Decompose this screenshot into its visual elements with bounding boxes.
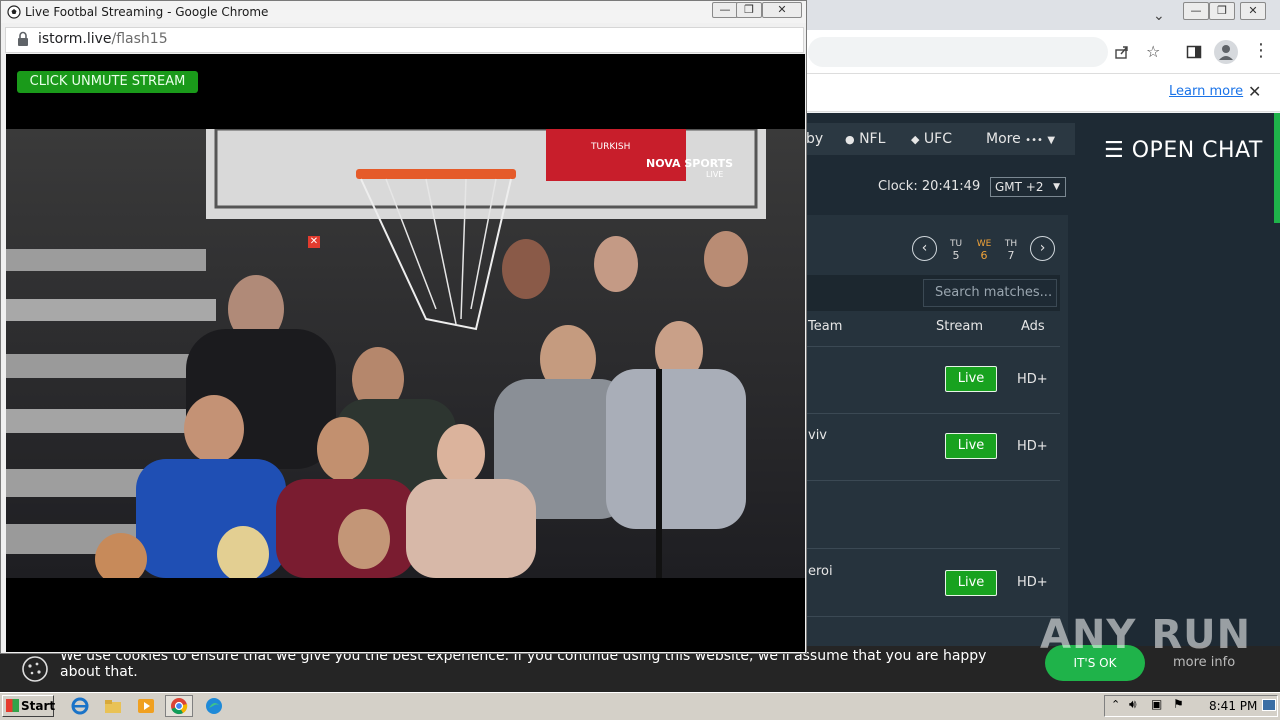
network-icon[interactable]: ▣: [1151, 697, 1162, 711]
nav-item-nfl[interactable]: ● NFL: [845, 131, 885, 147]
next-day-button[interactable]: ›: [1030, 236, 1055, 261]
football-icon: ●: [845, 133, 855, 146]
infobar-close-icon[interactable]: ✕: [1248, 82, 1261, 101]
start-button[interactable]: Start: [2, 695, 55, 717]
close-button[interactable]: ✕: [1240, 2, 1266, 20]
nova-sports-live: LIVE: [706, 170, 723, 179]
column-header-stream: Stream: [936, 319, 984, 334]
ad-close-icon[interactable]: ✕: [308, 236, 320, 248]
media-player-icon[interactable]: [137, 697, 155, 715]
cookie-icon: [22, 656, 48, 682]
address-bar[interactable]: [808, 37, 1108, 67]
select-caret-icon: ▼: [1053, 182, 1060, 192]
side-panel-icon[interactable]: [1186, 44, 1202, 60]
row-divider: [780, 413, 1060, 414]
file-explorer-icon[interactable]: [104, 697, 122, 715]
popup-restore-button[interactable]: ❐: [736, 2, 762, 18]
chrome-taskbar-button[interactable]: [165, 695, 193, 717]
tray-expand-icon[interactable]: ⌃: [1111, 698, 1120, 711]
profile-avatar[interactable]: [1214, 40, 1238, 64]
unmute-stream-button[interactable]: CLICK UNMUTE STREAM: [17, 71, 198, 93]
clock-readout: Clock: 20:41:49: [878, 179, 981, 194]
column-header-team: Team: [808, 319, 843, 334]
prev-day-button[interactable]: ‹: [912, 236, 937, 261]
team-name: viv: [808, 428, 827, 443]
turkish-banner: TURKISH: [590, 142, 630, 152]
taskbar-clock: 8:41 PM: [1209, 699, 1258, 713]
anyrun-watermark: ANY RUN: [1040, 612, 1252, 658]
search-matches-input[interactable]: Search matches...: [923, 279, 1057, 307]
row-divider: [780, 346, 1060, 347]
lock-icon: [18, 31, 28, 46]
hamburger-icon: ☰: [1104, 138, 1125, 163]
day-th[interactable]: TH 7: [1001, 238, 1021, 262]
chrome-icon: [171, 698, 188, 715]
tab-search-icon[interactable]: ⌄: [1153, 8, 1165, 24]
team-name: eroi: [808, 564, 833, 579]
volume-icon[interactable]: 🔊︎: [1129, 697, 1137, 712]
live-stream-button[interactable]: Live: [945, 433, 997, 459]
live-stream-button[interactable]: Live: [945, 366, 997, 392]
row-divider: [780, 548, 1060, 549]
timezone-select[interactable]: GMT +2 ▼: [990, 177, 1066, 197]
learn-more-link[interactable]: Learn more: [1169, 84, 1243, 99]
nav-item-more[interactable]: More ••• ▼: [986, 131, 1055, 147]
bookmark-star-icon[interactable]: ☆: [1146, 42, 1160, 61]
edge-icon[interactable]: [205, 697, 223, 715]
action-center-flag-icon[interactable]: ⚑: [1173, 697, 1184, 711]
nav-item-partial[interactable]: by: [806, 131, 823, 147]
share-icon[interactable]: [1114, 44, 1130, 60]
show-desktop-button[interactable]: [1262, 699, 1276, 711]
popup-title: Live Footbal Streaming - Google Chrome: [25, 5, 269, 19]
popup-close-button[interactable]: ✕: [762, 2, 802, 18]
chrome-menu-icon[interactable]: ⋮: [1252, 40, 1270, 61]
ads-label: HD+: [1017, 372, 1048, 387]
ads-label: HD+: [1017, 575, 1048, 590]
restore-button[interactable]: ❐: [1209, 2, 1235, 20]
ads-label: HD+: [1017, 439, 1048, 454]
open-chat-button[interactable]: ☰ OPEN CHAT: [1104, 138, 1263, 163]
nova-sports-logo: NOVA SPORTS: [646, 157, 733, 170]
day-tu[interactable]: TU 5: [946, 238, 966, 262]
person-icon: [1219, 45, 1233, 60]
internet-explorer-icon[interactable]: [71, 697, 89, 715]
minimize-button[interactable]: —: [1183, 2, 1209, 20]
day-we[interactable]: WE 6: [974, 238, 994, 262]
column-header-ads: Ads: [1021, 319, 1045, 334]
caret-down-icon: ▼: [1047, 135, 1056, 146]
nav-item-ufc[interactable]: ◆ UFC: [911, 131, 952, 147]
windows-logo-icon: [6, 699, 19, 712]
basketball-crowd-scene: NOVA SPORTS LIVE TURKISH: [6, 129, 805, 578]
video-frame[interactable]: NOVA SPORTS LIVE TURKISH: [6, 129, 805, 578]
popup-minimize-button[interactable]: —: [712, 2, 738, 18]
glove-icon: ◆: [911, 133, 920, 146]
soccer-ball-icon: [7, 5, 21, 19]
row-divider: [780, 480, 1060, 481]
row-divider: [780, 616, 1060, 617]
page-scrollbar[interactable]: [1274, 113, 1280, 223]
popup-url: istorm.live/flash15: [38, 31, 168, 47]
popup-window: Live Footbal Streaming - Google Chrome —…: [0, 0, 807, 654]
live-stream-button[interactable]: Live: [945, 570, 997, 596]
